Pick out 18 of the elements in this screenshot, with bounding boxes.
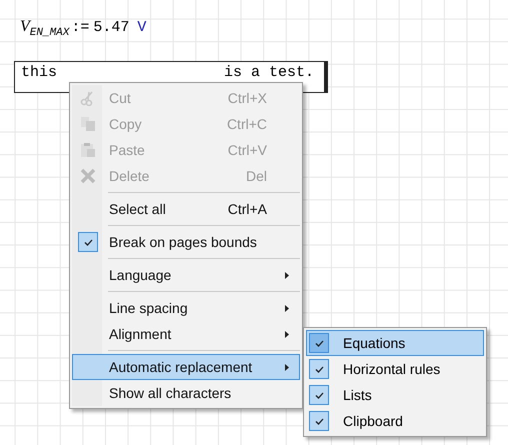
menu-item[interactable]: Break on pages bounds xyxy=(72,229,300,255)
menu-item[interactable]: Select all Ctrl+A xyxy=(72,196,300,222)
menu-item[interactable]: Lists xyxy=(306,382,484,408)
menu-item[interactable]: Horizontal rules xyxy=(306,356,484,382)
delete-icon xyxy=(80,168,96,184)
equation-unit: V xyxy=(137,19,146,36)
menu-item[interactable]: Show all characters xyxy=(72,380,300,406)
menu-item[interactable]: Automatic replacement xyxy=(72,354,300,380)
equation-value: 5.47 xyxy=(93,19,130,36)
copy-icon xyxy=(80,116,96,132)
assign-operator: := xyxy=(71,19,90,36)
paste-icon xyxy=(80,142,96,158)
menu-item[interactable]: Line spacing xyxy=(72,295,300,321)
menu-item[interactable]: Clipboard xyxy=(306,408,484,434)
menu-item[interactable]: Equations xyxy=(306,330,484,356)
menu-item[interactable]: Language xyxy=(72,262,300,288)
menu-item[interactable]: Alignment xyxy=(72,321,300,347)
variable-name: V$_{EN_MAX}$ xyxy=(20,18,70,40)
